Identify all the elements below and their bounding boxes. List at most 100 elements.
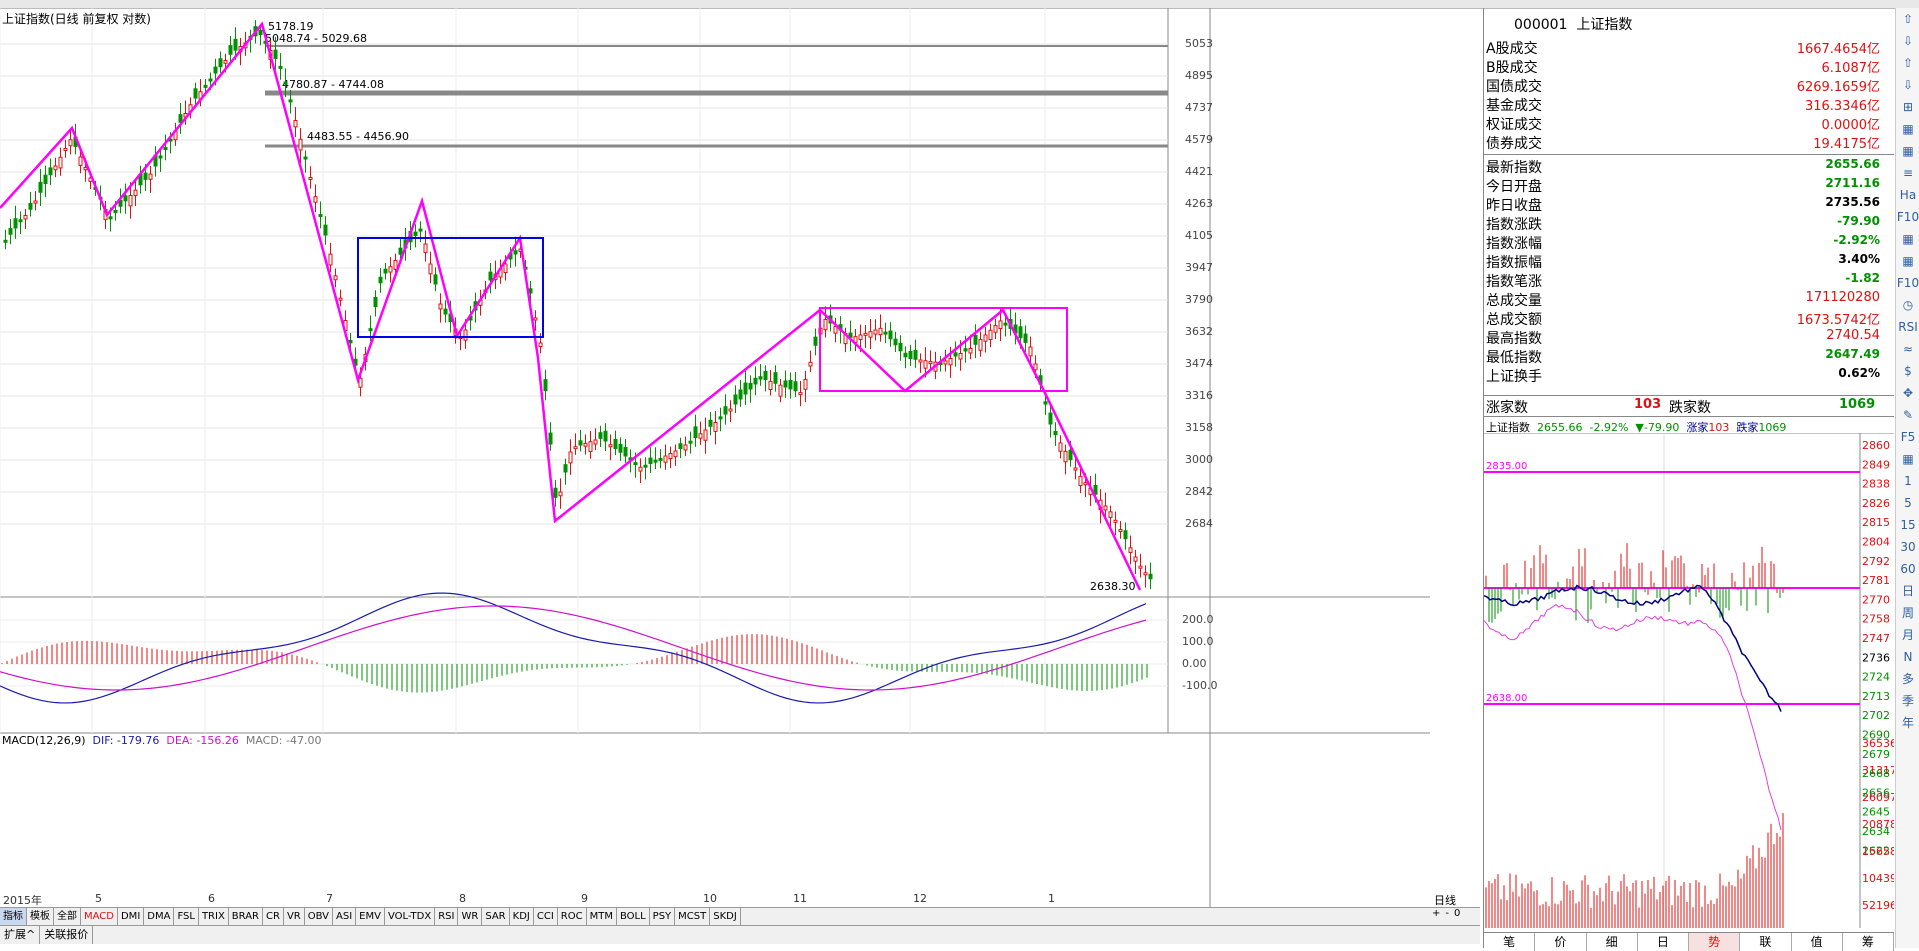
side-bottom-tab[interactable]: 价: [1535, 933, 1587, 951]
toolbar-button[interactable]: ≈: [1896, 338, 1919, 360]
toolbar-button[interactable]: ▦: [1896, 118, 1919, 140]
candle-body: [958, 353, 963, 360]
candle-body: [38, 181, 43, 193]
price-tick: 3316: [1185, 389, 1213, 402]
indicator-tab[interactable]: FSL: [174, 908, 199, 925]
side-bottom-tab[interactable]: 联: [1740, 933, 1792, 951]
candle-body: [718, 416, 723, 420]
indicator-tab[interactable]: MTM: [587, 908, 617, 925]
candle-body: [1103, 505, 1108, 511]
indicator-tab[interactable]: DMA: [144, 908, 175, 925]
indicator-tab[interactable]: ROC: [558, 908, 587, 925]
indicator-tab[interactable]: WR: [458, 908, 483, 925]
side-bottom-tab[interactable]: 势: [1689, 933, 1741, 951]
indicator-tab[interactable]: DMI: [118, 908, 145, 925]
toolbar-button[interactable]: 季: [1896, 690, 1919, 712]
candle-body: [368, 328, 373, 332]
toolbar-button[interactable]: 1: [1896, 470, 1919, 492]
toolbar-button[interactable]: 30: [1896, 536, 1919, 558]
toolbar-button[interactable]: ⇧: [1896, 52, 1919, 74]
toolbar-button[interactable]: ≡: [1896, 162, 1919, 184]
toolbar-button[interactable]: N: [1896, 646, 1919, 668]
toolbar-button[interactable]: RSI: [1896, 316, 1919, 338]
indicator-tab[interactable]: MACD: [81, 908, 118, 925]
toolbar-button[interactable]: Ha: [1896, 184, 1919, 206]
indicator-tab[interactable]: BOLL: [617, 908, 650, 925]
indicator-tab[interactable]: PSY: [650, 908, 676, 925]
indicator-tab[interactable]: TRIX: [199, 908, 229, 925]
stat-value: 3.40%: [1838, 252, 1880, 266]
indicator-tab[interactable]: VOL-TDX: [385, 908, 436, 925]
indicator-tab[interactable]: SAR: [482, 908, 510, 925]
indicator-tab[interactable]: ASI: [333, 908, 357, 925]
zoom-button[interactable]: -: [1445, 908, 1449, 919]
toolbar-button[interactable]: 年: [1896, 712, 1919, 734]
macd-tick: 100.0: [1182, 635, 1214, 648]
toolbar-button[interactable]: F5: [1896, 426, 1919, 448]
toolbar-button[interactable]: ⇧: [1896, 8, 1919, 30]
extend-tab[interactable]: 关联报价: [40, 926, 94, 944]
candle-body: [393, 260, 398, 270]
indicator-tab[interactable]: CCI: [534, 908, 558, 925]
side-bottom-tab[interactable]: 细: [1587, 933, 1638, 951]
kline-chart-area[interactable]: 5178.19 5048.74 - 5029.68 4780.87 - 4744.0…: [0, 8, 1430, 908]
indicator-tab[interactable]: 指标: [0, 908, 27, 925]
toolbar-button[interactable]: ▦: [1896, 250, 1919, 272]
toolbar-button[interactable]: 60: [1896, 558, 1919, 580]
mini-volume-tick: 313174: [1862, 764, 1894, 777]
toolbar-button[interactable]: ▦: [1896, 448, 1919, 470]
indicator-tab[interactable]: MCST: [675, 908, 711, 925]
toolbar-button[interactable]: 周: [1896, 602, 1919, 624]
side-bottom-tab[interactable]: 日: [1638, 933, 1689, 951]
side-bottom-tab[interactable]: 笔: [1484, 933, 1536, 951]
zoom-button[interactable]: +: [1432, 908, 1440, 919]
indicator-tab[interactable]: CR: [263, 908, 284, 925]
down-label: 跌家数: [1669, 400, 1711, 416]
toolbar-button[interactable]: ⊞: [1896, 96, 1919, 118]
candle-body: [1083, 482, 1088, 486]
toolbar-button[interactable]: F10: [1896, 206, 1919, 228]
indicator-tab[interactable]: SKDJ: [710, 908, 741, 925]
toolbar-button[interactable]: ⇩: [1896, 74, 1919, 96]
indicator-tab[interactable]: BRAR: [229, 908, 263, 925]
candle-body: [1123, 530, 1128, 540]
date-tick: 8: [459, 892, 466, 905]
indicator-tab[interactable]: RSI: [435, 908, 459, 925]
toolbar-button[interactable]: F10: [1896, 272, 1919, 294]
indicator-tab[interactable]: EMV: [356, 908, 385, 925]
indicator-tab[interactable]: OBV: [305, 908, 333, 925]
stats-table: 最新指数 2655.66 今日开盘 2711.16 昨日收盘 2735.56 指数涨跌 -79…: [1484, 157, 1894, 385]
indicator-tab[interactable]: 全部: [54, 908, 81, 925]
stat-value: 171120280: [1805, 290, 1880, 305]
candle-body: [298, 138, 303, 151]
mini-volume-tick: 365369: [1862, 737, 1894, 750]
stat-row: 指数振幅 3.40%: [1484, 252, 1894, 271]
toolbar-button[interactable]: 5: [1896, 492, 1919, 514]
toolbar-button[interactable]: ◷: [1896, 294, 1919, 316]
candle-body: [128, 195, 133, 207]
side-bottom-tab[interactable]: 值: [1792, 933, 1843, 951]
indicator-tab[interactable]: KDJ: [510, 908, 534, 925]
candle-body: [1073, 467, 1078, 471]
candle-body: [763, 370, 768, 381]
toolbar-button[interactable]: 日: [1896, 580, 1919, 602]
candle-body: [228, 45, 233, 55]
toolbar-button[interactable]: ✥: [1896, 382, 1919, 404]
intraday-chart[interactable]: 2860 2849 2838 2826 2815 2804 2792 2781 2770 2758…: [1484, 433, 1894, 928]
toolbar-button[interactable]: 多: [1896, 668, 1919, 690]
toolbar-button[interactable]: 月: [1896, 624, 1919, 646]
toolbar-button[interactable]: ⇩: [1896, 30, 1919, 52]
candle-body: [918, 359, 923, 363]
candle-body: [743, 382, 748, 395]
toolbar-button[interactable]: $: [1896, 360, 1919, 382]
zoom-button[interactable]: 0: [1454, 908, 1460, 919]
indicator-tab[interactable]: 模板: [27, 908, 54, 925]
toolbar-button[interactable]: 15: [1896, 514, 1919, 536]
toolbar-button[interactable]: ▦: [1896, 140, 1919, 162]
extend-tab[interactable]: 扩展^: [0, 926, 41, 944]
indicator-tab[interactable]: VR: [284, 908, 305, 925]
candle-body: [193, 88, 198, 99]
toolbar-button[interactable]: ▦: [1896, 228, 1919, 250]
side-bottom-tab[interactable]: 筹: [1843, 933, 1894, 951]
toolbar-button[interactable]: ✎: [1896, 404, 1919, 426]
